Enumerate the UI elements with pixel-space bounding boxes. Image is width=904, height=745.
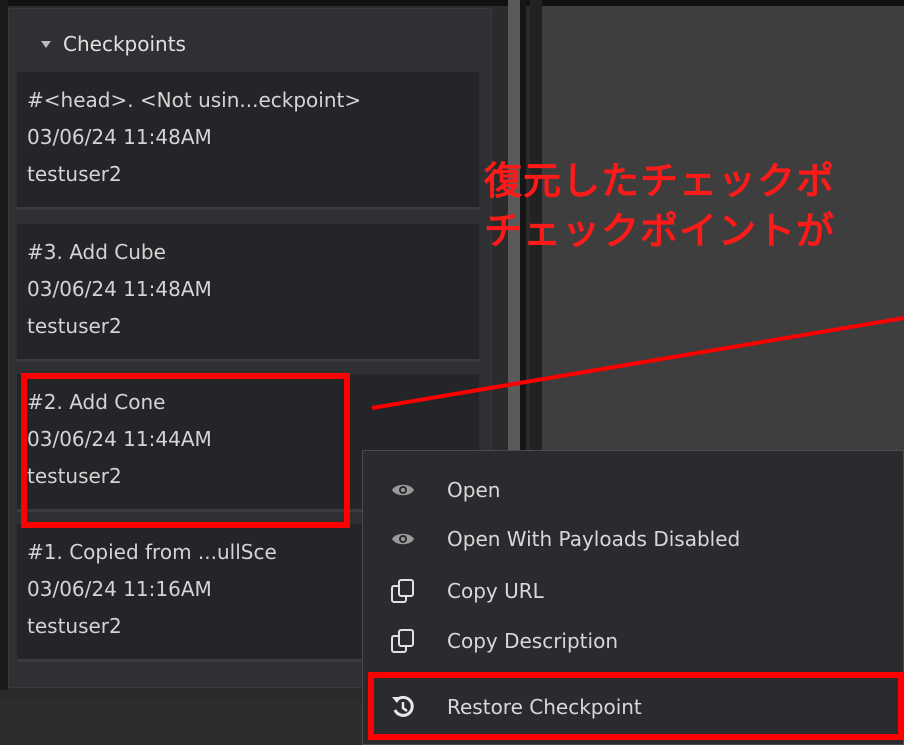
menu-item-label: Copy URL [447,579,544,603]
menu-item-open-payloads-disabled[interactable]: Open With Payloads Disabled [383,519,740,559]
eye-icon [383,475,423,505]
menu-item-label: Copy Description [447,629,618,653]
copy-icon [383,626,423,656]
highlight-box-restore [368,672,904,740]
menu-item-open[interactable]: Open [383,470,500,510]
copy-icon [383,576,423,606]
menu-item-copy-description[interactable]: Copy Description [383,621,618,661]
menu-item-label: Open [447,478,501,502]
menu-item-label: Open With Payloads Disabled [447,527,741,551]
menu-item-copy-url[interactable]: Copy URL [383,571,544,611]
eye-icon [383,524,423,554]
highlight-box-checkpoint [21,373,350,528]
